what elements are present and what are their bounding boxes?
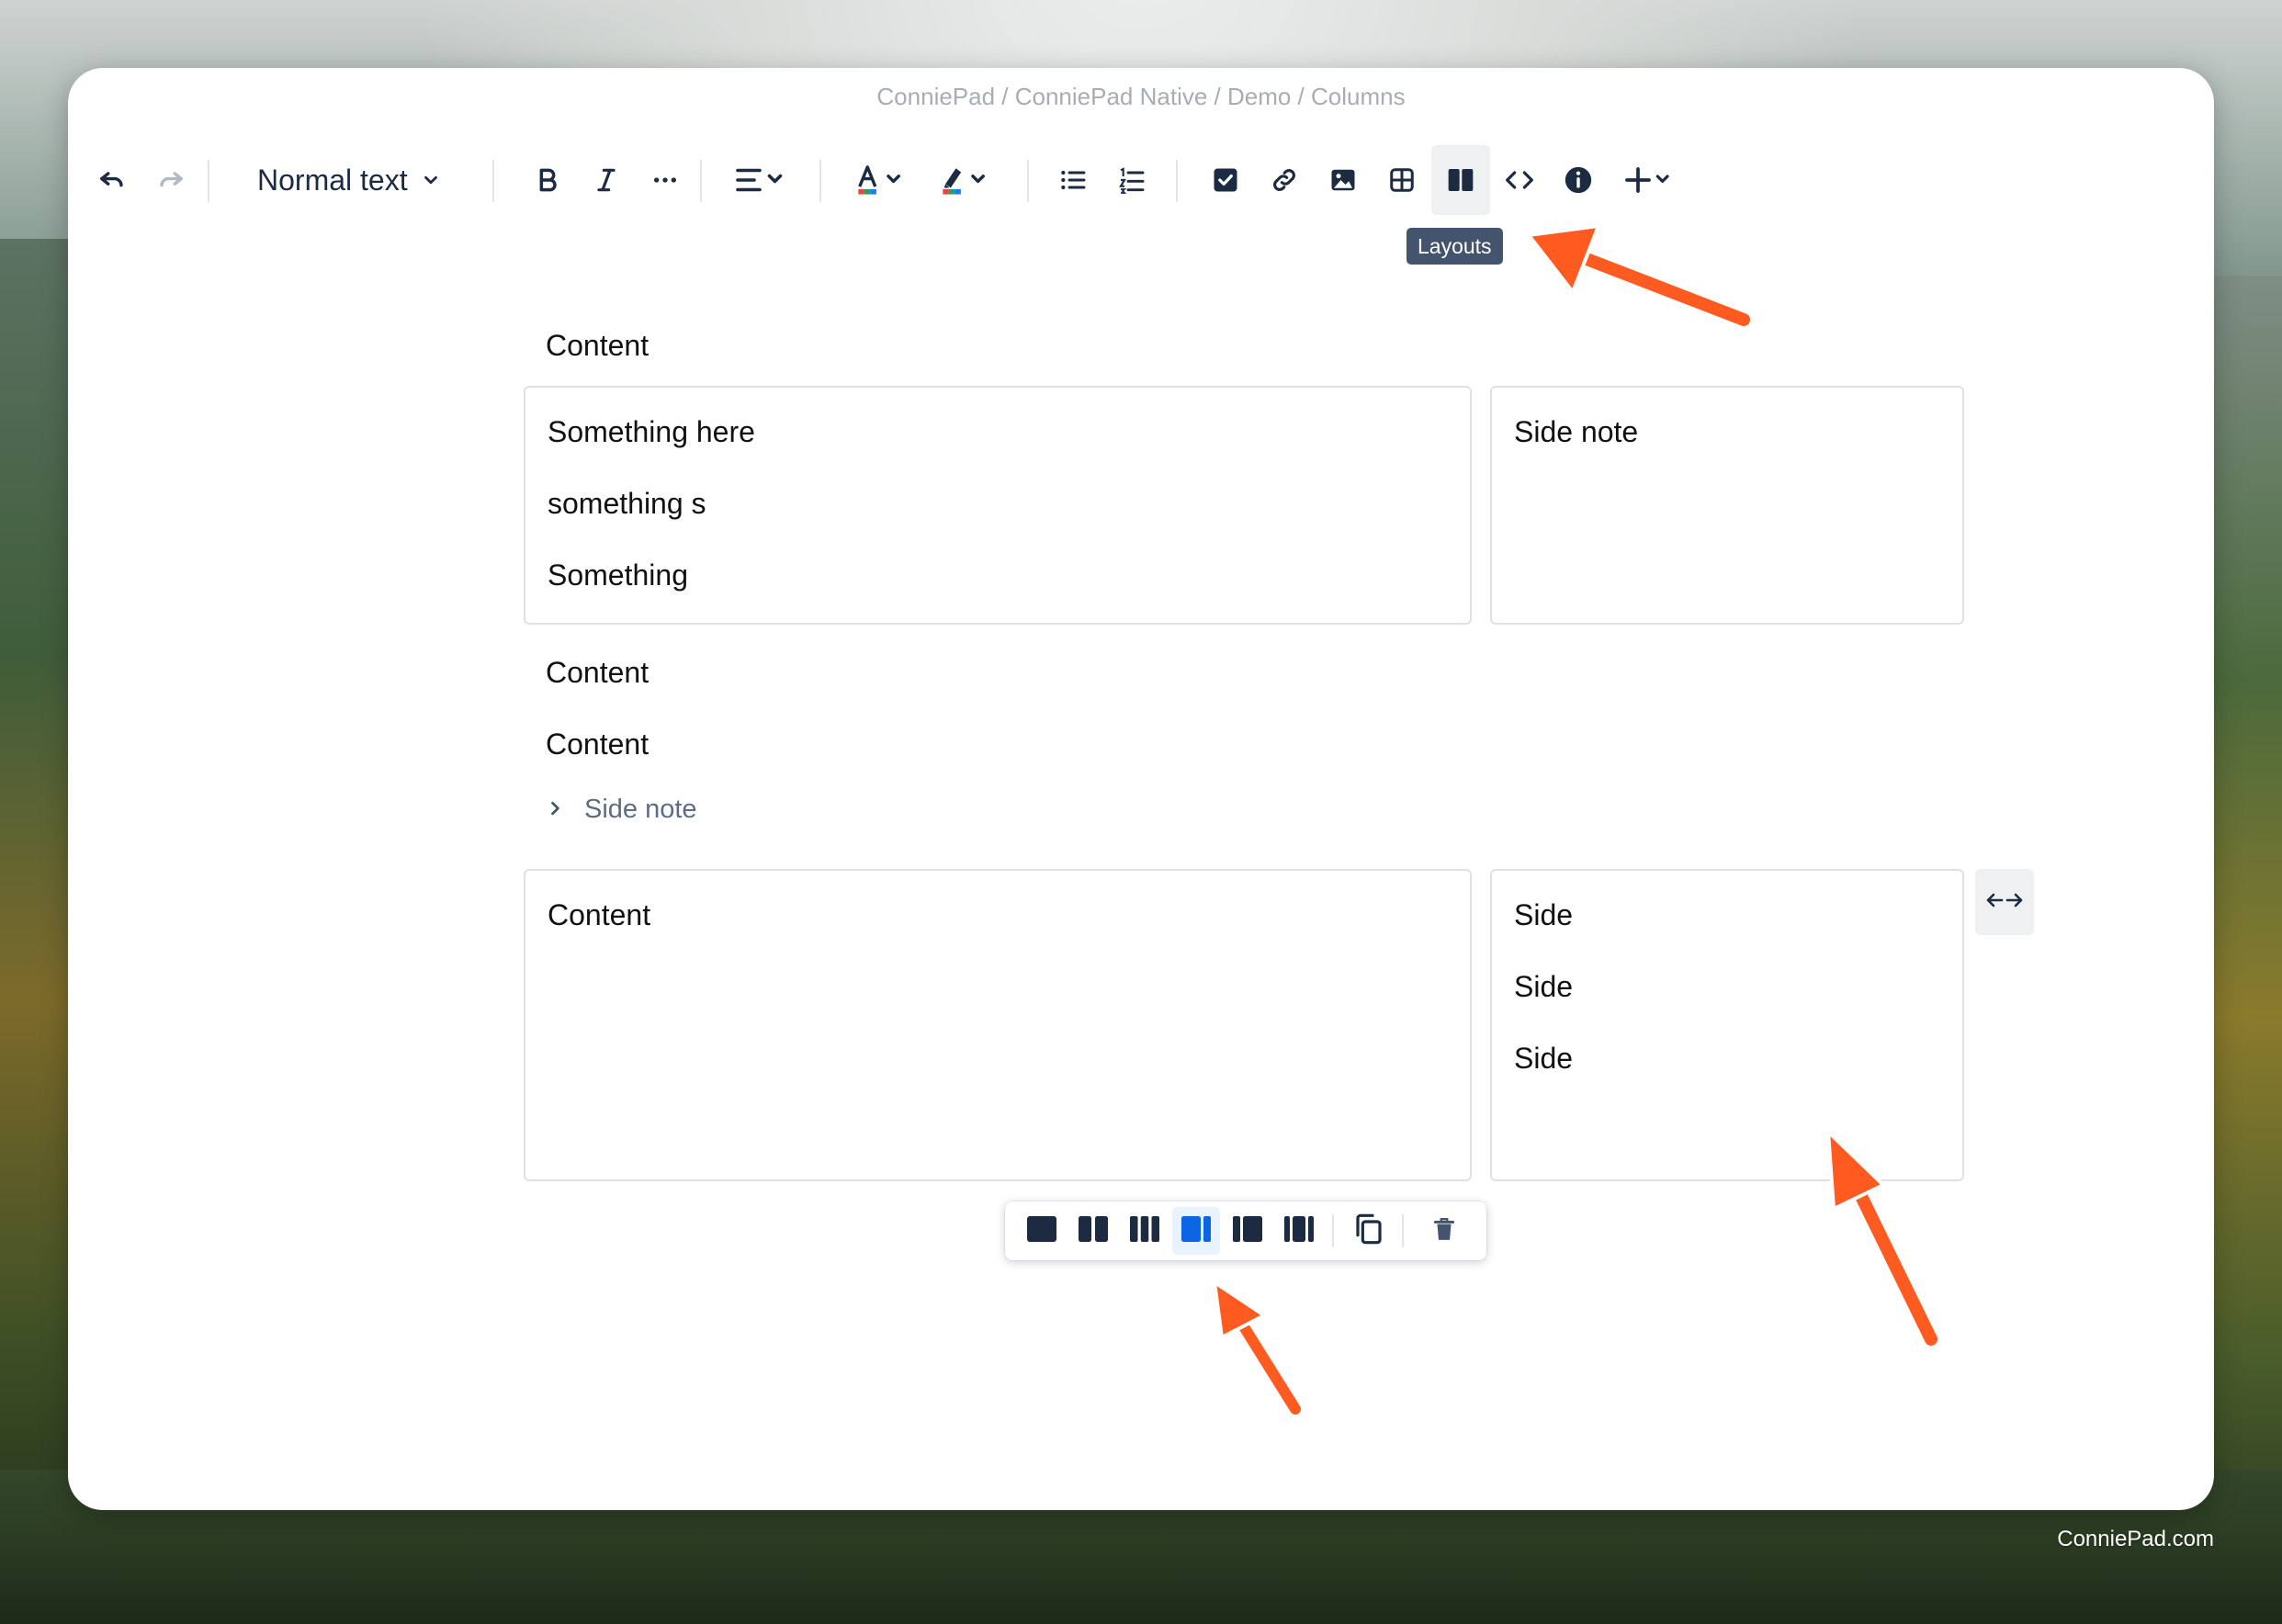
image-icon — [1329, 166, 1357, 194]
link-button[interactable] — [1255, 145, 1314, 215]
redo-button[interactable] — [141, 145, 200, 215]
more-formatting-icon — [650, 165, 680, 195]
column-paragraph[interactable]: Side note — [1514, 415, 1638, 449]
text-color-icon — [853, 164, 905, 196]
toolbar-divider — [700, 160, 702, 202]
insert-plus-icon — [1623, 165, 1675, 195]
watermark: ConniePad.com — [2057, 1527, 2214, 1551]
italic-button[interactable] — [577, 145, 636, 215]
right-sidebar-layout-icon — [1232, 1215, 1263, 1247]
numbered-list-icon — [1117, 165, 1147, 195]
info-panel-button[interactable] — [1549, 145, 1608, 215]
column-paragraph[interactable]: Something here — [548, 415, 755, 449]
insert-button[interactable] — [1610, 145, 1689, 215]
task-button[interactable] — [1196, 145, 1255, 215]
highlight-icon — [938, 164, 989, 196]
table-button[interactable] — [1373, 145, 1431, 215]
column-paragraph[interactable]: Side — [1514, 1042, 1573, 1076]
column-paragraph[interactable]: Side — [1514, 898, 1573, 932]
column-paragraph[interactable]: Something — [548, 558, 688, 592]
toolbar-divider — [1402, 1214, 1404, 1247]
single-column-icon — [1026, 1215, 1057, 1247]
paragraph[interactable]: Content — [546, 727, 649, 761]
toggle-width-button[interactable] — [1975, 869, 2034, 935]
toolbar-divider — [1176, 160, 1178, 202]
highlight-button[interactable] — [924, 145, 1003, 215]
align-icon — [735, 166, 785, 194]
text-style-select[interactable]: Normal text — [257, 145, 441, 215]
expand-title[interactable]: Side note — [584, 795, 697, 825]
redo-icon — [155, 164, 186, 196]
text-color-button[interactable] — [840, 145, 919, 215]
code-button[interactable] — [1490, 145, 1549, 215]
bold-icon — [533, 165, 562, 195]
delete-layout-button[interactable] — [1420, 1207, 1468, 1255]
copy-icon — [1354, 1212, 1384, 1250]
align-button[interactable] — [720, 145, 799, 215]
info-icon — [1563, 164, 1594, 196]
three-columns-sidebars-icon — [1283, 1215, 1315, 1247]
trash-icon — [1432, 1216, 1456, 1246]
editor-toolbar: Normal text — [68, 145, 2214, 215]
breadcrumb[interactable]: ConniePad / ConniePad Native / Demo / Co… — [68, 83, 2214, 111]
layouts-button[interactable] — [1431, 145, 1490, 215]
left-sidebar-layout-button[interactable] — [1172, 1207, 1220, 1255]
bullet-list-icon — [1058, 165, 1088, 195]
column-paragraph[interactable]: something s — [548, 487, 706, 521]
two-columns-icon — [1078, 1215, 1109, 1247]
table-icon — [1388, 166, 1416, 194]
link-icon — [1270, 165, 1299, 195]
task-icon — [1212, 166, 1239, 194]
expand-block[interactable]: Side note — [546, 786, 697, 832]
paragraph[interactable]: Content — [546, 329, 649, 363]
three-columns-icon — [1129, 1215, 1160, 1247]
toolbar-divider — [492, 160, 494, 202]
single-column-button[interactable] — [1018, 1207, 1066, 1255]
three-columns-button[interactable] — [1121, 1207, 1169, 1255]
bold-button[interactable] — [518, 145, 577, 215]
numbered-list-button[interactable] — [1102, 145, 1161, 215]
toolbar-divider — [1027, 160, 1029, 202]
layout-column-side[interactable]: Side note — [1490, 386, 1964, 625]
two-columns-button[interactable] — [1069, 1207, 1117, 1255]
three-columns-sidebars-button[interactable] — [1275, 1207, 1323, 1255]
layouts-icon — [1446, 165, 1475, 195]
image-button[interactable] — [1314, 145, 1373, 215]
layout-column-main[interactable]: Something here something s Something — [524, 386, 1472, 625]
copy-layout-button[interactable] — [1345, 1207, 1393, 1255]
left-sidebar-layout-icon — [1181, 1215, 1212, 1247]
layout-column-side-selected[interactable]: Side Side Side — [1490, 869, 1964, 1181]
layout-column-main-selected[interactable]: Content — [524, 869, 1472, 1181]
right-sidebar-layout-button[interactable] — [1224, 1207, 1271, 1255]
text-style-label: Normal text — [257, 163, 408, 197]
layouts-tooltip: Layouts — [1406, 228, 1503, 265]
toolbar-divider — [819, 160, 821, 202]
code-icon — [1505, 165, 1534, 195]
more-formatting-button[interactable] — [636, 145, 695, 215]
layout-options-toolbar — [1005, 1201, 1486, 1260]
undo-button[interactable] — [83, 145, 141, 215]
chevron-right-icon[interactable] — [546, 795, 564, 825]
paragraph[interactable]: Content — [546, 656, 649, 690]
toolbar-divider — [1332, 1214, 1334, 1247]
expand-width-icon — [1986, 891, 2023, 914]
chevron-down-icon — [421, 164, 441, 197]
italic-icon — [592, 165, 621, 195]
column-paragraph[interactable]: Side — [1514, 970, 1573, 1004]
column-paragraph[interactable]: Content — [548, 898, 650, 932]
toolbar-divider — [208, 160, 209, 202]
undo-icon — [96, 164, 128, 196]
bullet-list-button[interactable] — [1044, 145, 1102, 215]
editor-window: ConniePad / ConniePad Native / Demo / Co… — [68, 68, 2214, 1510]
